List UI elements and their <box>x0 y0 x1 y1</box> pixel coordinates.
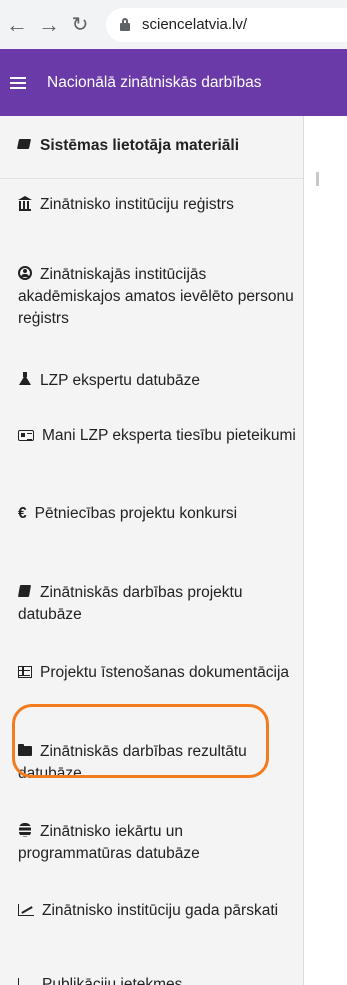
sidebar-item-label: Zinātniskajās institūcijās akadēmiskajos… <box>18 266 294 327</box>
sidebar-item-expert-applications[interactable]: Mani LZP eksperta tiesību pieteikumi <box>18 425 296 447</box>
sidebar-item-label: Publikāciju ietekmes <box>42 976 183 985</box>
sidebar-item-label: Sistēmas lietotāja materiāli <box>40 137 240 154</box>
header-title: Nacionālā zinātniskās darbības <box>47 73 262 91</box>
main-content <box>304 116 347 985</box>
folder-icon <box>18 743 32 757</box>
hamburger-menu-icon[interactable] <box>10 76 26 89</box>
divider <box>0 178 303 179</box>
chart-bar-icon <box>18 978 34 985</box>
folder-open-icon <box>18 137 32 151</box>
flask-icon <box>18 372 32 386</box>
book-icon <box>18 584 32 598</box>
browser-toolbar: ← → ↻ sciencelatvia.lv/ <box>0 0 347 49</box>
sidebar-item-results-database[interactable]: Zinātniskās darbības rezultātu datubāze <box>18 741 296 785</box>
sidebar-item-institution-registry[interactable]: Zinātnisko institūciju reģistrs <box>18 194 296 216</box>
forward-arrow-icon[interactable]: → <box>35 11 63 39</box>
address-url: sciencelatvia.lv/ <box>142 16 248 33</box>
sidebar-item-label: Zinātnisko institūciju gada pārskati <box>42 902 279 919</box>
bank-icon <box>18 196 32 211</box>
back-arrow-icon[interactable]: ← <box>3 11 31 39</box>
sidebar-item-research-competitions[interactable]: € Pētniecības projektu konkursi <box>18 503 296 525</box>
database-icon <box>18 823 32 837</box>
table-icon <box>18 666 32 678</box>
sidebar: Sistēmas lietotāja materiāli Zinātnisko … <box>0 116 304 985</box>
sidebar-item-system-materials[interactable]: Sistēmas lietotāja materiāli <box>18 135 296 157</box>
sidebar-item-annual-reports[interactable]: Zinātnisko institūciju gada pārskati <box>18 900 296 922</box>
sidebar-item-label: Zinātnisko iekārtu un programmatūras dat… <box>18 823 200 862</box>
sidebar-item-lzp-experts[interactable]: LZP ekspertu datubāze <box>18 370 296 392</box>
reload-icon[interactable]: ↻ <box>66 11 94 39</box>
sidebar-item-label: Zinātniskās darbības rezultātu datubāze <box>18 743 247 782</box>
chart-line-icon <box>18 904 34 916</box>
app-header: Nacionālā zinātniskās darbības <box>0 49 347 116</box>
lock-icon <box>120 18 130 31</box>
content-fragment <box>316 172 319 186</box>
address-bar[interactable]: sciencelatvia.lv/ <box>106 7 347 42</box>
sidebar-item-label: LZP ekspertu datubāze <box>40 372 200 389</box>
sidebar-item-label: Mani LZP eksperta tiesību pieteikumi <box>42 427 296 444</box>
sidebar-item-publication-impact[interactable]: Publikāciju ietekmes <box>18 974 296 985</box>
sidebar-item-label: Zinātniskās darbības projektu datubāze <box>18 584 243 623</box>
idcard-icon <box>18 430 34 441</box>
user-circle-icon <box>18 266 32 280</box>
sidebar-item-label: Zinātnisko institūciju reģistrs <box>40 196 234 213</box>
sidebar-item-project-documentation[interactable]: Projektu īstenošanas dokumentācija <box>18 662 296 684</box>
euro-icon: € <box>18 505 27 522</box>
sidebar-item-academic-persons-registry[interactable]: Zinātniskajās institūcijās akadēmiskajos… <box>18 264 296 330</box>
sidebar-item-label: Pētniecības projektu konkursi <box>34 505 238 522</box>
sidebar-item-equipment-database[interactable]: Zinātnisko iekārtu un programmatūras dat… <box>18 821 296 865</box>
sidebar-item-label: Projektu īstenošanas dokumentācija <box>40 664 290 681</box>
sidebar-item-project-database[interactable]: Zinātniskās darbības projektu datubāze <box>18 582 296 626</box>
